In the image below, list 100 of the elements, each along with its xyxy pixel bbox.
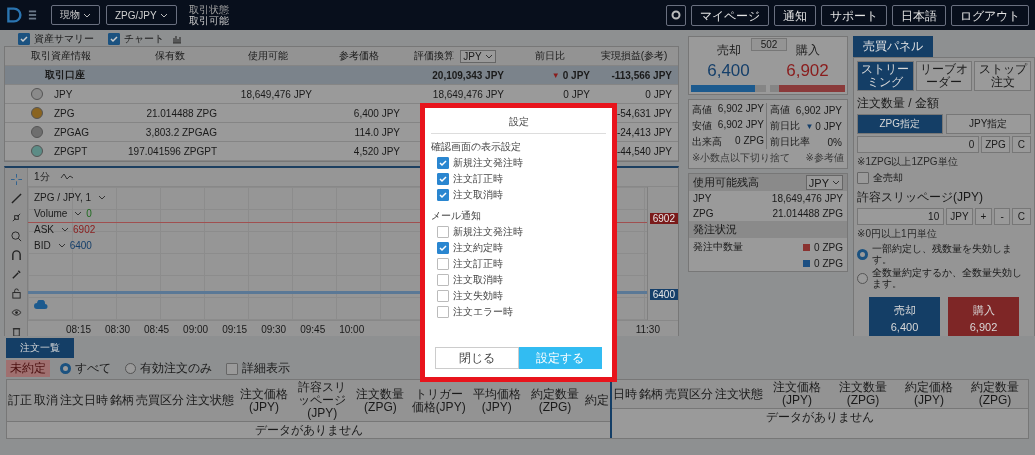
checkbox[interactable] <box>437 226 449 238</box>
table-cell: 6,400 JPY <box>353 107 400 119</box>
time-label: 11:30 <box>635 323 660 335</box>
mode-toggle[interactable]: ZPG指定 <box>857 114 943 134</box>
time-label: 09:15 <box>222 323 248 335</box>
chevron-down-icon[interactable] <box>57 242 66 248</box>
checkbox[interactable] <box>226 362 238 375</box>
column-header: 許容スリッページ(JPY) <box>297 380 348 421</box>
lock-icon[interactable] <box>10 288 22 299</box>
checkbox[interactable] <box>437 306 449 318</box>
stat-label: 高値 <box>770 103 790 117</box>
column-header: 注文数量(ZPG) <box>355 386 406 415</box>
trash-icon[interactable] <box>10 326 22 337</box>
section-title: メール通知 <box>431 209 482 223</box>
increase-button[interactable]: + <box>974 208 993 225</box>
stat-label: 安値 <box>692 119 712 133</box>
checkbox[interactable] <box>18 33 30 45</box>
table-cell: 197.041596 ZPGPT <box>128 145 217 157</box>
column-header: 使用可能 <box>247 49 288 63</box>
column-header: 約定数量(ZPG) <box>970 380 1020 408</box>
currency-dropdown[interactable]: JPY <box>460 49 496 63</box>
header-button[interactable]: ログアウト <box>951 4 1029 26</box>
close-button[interactable]: 閉じる <box>435 347 519 369</box>
radio-label: 一部約定し、残数量を失効します。 <box>872 243 1013 265</box>
checkbox-label: 資産サマリー <box>34 32 94 46</box>
interval-button[interactable]: 1分 <box>34 170 50 184</box>
order-type-tab[interactable]: ストップ注文 <box>974 61 1031 91</box>
radio-button[interactable] <box>60 363 71 374</box>
checkbox[interactable] <box>857 172 869 184</box>
column-header: 注文価格(JPY) <box>239 386 290 415</box>
sell-button[interactable]: 売却 6,400 <box>869 297 940 339</box>
checkbox[interactable] <box>437 173 449 185</box>
magnet-icon[interactable] <box>10 250 22 261</box>
ask-price: 6,902 <box>786 61 829 81</box>
settings-button[interactable] <box>666 4 686 26</box>
amount-field[interactable]: 0 <box>857 136 980 153</box>
checkbox[interactable] <box>437 189 449 201</box>
clear-button[interactable]: C <box>1011 136 1031 153</box>
time-label: 10:00 <box>339 323 365 335</box>
checkbox[interactable] <box>437 157 449 169</box>
eye-icon[interactable] <box>10 307 22 318</box>
field-label: 注文数量 / 金額 <box>857 95 940 112</box>
radio-label: すべて <box>75 360 111 377</box>
order-amount: 0 ZPG <box>814 258 843 269</box>
table-cell: -44,540 JPY <box>616 145 672 157</box>
buy-label: 購入 <box>795 42 820 59</box>
order-list-tab[interactable]: 注文一覧 <box>6 338 74 358</box>
order-type-tab[interactable]: ストリーミング <box>857 61 914 91</box>
clear-button[interactable]: C <box>1011 208 1031 225</box>
header-button[interactable]: 日本語 <box>892 4 946 26</box>
ask-depth-bar <box>779 85 845 92</box>
chevron-down-icon[interactable] <box>61 226 69 232</box>
header-button[interactable]: サポート <box>821 4 887 26</box>
balance-amount: 21.014488 ZPG <box>772 208 843 219</box>
panel-tab[interactable]: 売買パネル <box>853 36 933 57</box>
status-label: 発注中数量 <box>693 241 743 252</box>
chevron-down-icon[interactable] <box>74 210 83 216</box>
column-header: 評価換算 <box>414 49 455 63</box>
buy-button[interactable]: 購入 6,902 <box>948 297 1019 339</box>
column-header: 売買区分 <box>664 386 715 402</box>
table-cell: 4,520 JPY <box>353 145 400 157</box>
decrease-button[interactable]: - <box>994 208 1010 225</box>
checkbox-label: 新規注文発注時 <box>453 225 523 239</box>
checkbox[interactable] <box>437 258 449 270</box>
column-header: 注文価格(JPY) <box>772 380 823 408</box>
market-dropdown[interactable]: 現物 <box>51 5 100 25</box>
checkbox[interactable] <box>437 242 449 254</box>
section-title: 確認画面の表示設定 <box>431 140 522 154</box>
stat-value: 0 JPY <box>815 120 842 132</box>
panel-title: 発注状況 <box>693 222 737 237</box>
mode-toggle[interactable]: JPY指定 <box>945 114 1031 134</box>
radio-button[interactable] <box>857 248 868 260</box>
pair-dropdown[interactable]: ZPG/JPY <box>106 5 177 25</box>
status-label: 取引状態 <box>188 4 229 15</box>
currency-dropdown[interactable]: JPY <box>805 175 843 190</box>
column-header: 前日比 <box>535 49 565 63</box>
slippage-field[interactable]: 10 <box>857 208 945 225</box>
radio-button[interactable] <box>857 272 868 284</box>
indicator-icon[interactable] <box>59 172 74 182</box>
checkbox[interactable] <box>108 33 120 45</box>
chevron-down-icon[interactable] <box>98 194 107 200</box>
checkbox[interactable] <box>437 274 449 286</box>
zoom-icon[interactable] <box>10 231 22 242</box>
time-label: 08:45 <box>144 323 170 335</box>
note-text: ※0円以上1円単位 <box>857 227 938 241</box>
line-tool-icon[interactable] <box>10 193 22 204</box>
change-mark: ▼ <box>805 121 814 131</box>
asset-name: 取引口座 <box>45 68 85 82</box>
cloud-icon[interactable] <box>34 300 48 310</box>
order-type-tab[interactable]: リーブオーダー <box>915 61 973 91</box>
header-button[interactable]: 通知 <box>774 4 816 26</box>
radio-button[interactable] <box>125 363 136 374</box>
dialog-title: 設定 <box>431 108 606 134</box>
checkbox[interactable] <box>437 290 449 302</box>
stat-value: 6,902 JPY <box>795 104 842 116</box>
brush-icon[interactable] <box>10 269 22 280</box>
header-button[interactable]: マイページ <box>691 4 769 26</box>
asset-name: ZPGPT <box>54 145 88 157</box>
menu-icon[interactable] <box>28 9 37 21</box>
table-cell: 114.0 JPY <box>354 126 400 138</box>
